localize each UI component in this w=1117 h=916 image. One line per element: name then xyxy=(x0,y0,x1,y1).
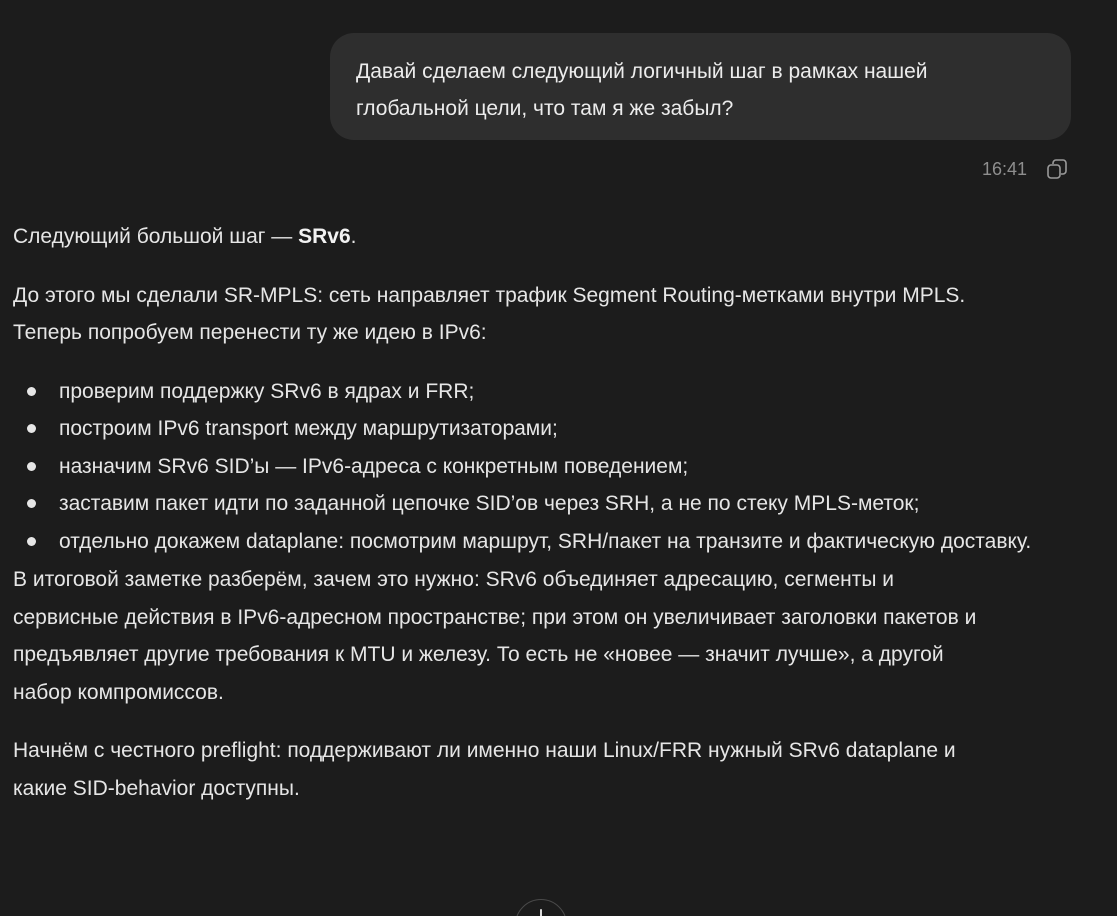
p2-line-1: До этого мы сделали SR-MPLS: сеть направ… xyxy=(13,283,966,307)
list-item-text: построим IPv6 transport между маршрутиза… xyxy=(59,417,558,440)
list-item-text: отдельно докажем dataplane: посмотрим ма… xyxy=(59,529,1032,553)
list-item: заставим пакет идти по заданной цепочке … xyxy=(13,485,1103,523)
bullet-dot xyxy=(27,386,36,396)
assistant-message: Следующий большой шаг — SRv6. До этого м… xyxy=(13,218,1103,828)
user-message-line-2: глобальной цели, что там я же забыл? xyxy=(356,97,734,120)
p4-line-2: какие SID-behavior доступны. xyxy=(13,776,300,800)
list-item: назначим SRv6 SID’ы — IPv6-адреса с конк… xyxy=(13,448,1103,486)
user-message-line-1: Давай сделаем следующий логичный шаг в р… xyxy=(356,60,928,83)
message-timestamp: 16:41 xyxy=(981,158,1027,179)
assistant-paragraph-2: До этого мы сделали SR-MPLS: сеть направ… xyxy=(13,277,1103,352)
assistant-bullet-list: проверим поддержку SRv6 в ядрах и FRR; п… xyxy=(13,373,1103,561)
assistant-paragraph-3: В итоговой заметке разберём, зачем это н… xyxy=(13,561,1103,711)
bullet-dot xyxy=(27,499,36,508)
p1-suffix: . xyxy=(350,225,357,248)
list-item: отдельно докажем dataplane: посмотрим ма… xyxy=(13,523,1103,561)
p3-line-2: сервисные действия в IPv6-адресном прост… xyxy=(13,605,977,629)
p2-line-2: Теперь попробуем перенести ту же идею в … xyxy=(13,321,487,344)
assistant-paragraph-4: Начнём с честного preflight: поддерживаю… xyxy=(13,732,1103,807)
bullet-dot xyxy=(27,461,36,471)
p3-line-1: В итоговой заметке разберём, зачем это н… xyxy=(13,568,895,591)
bullet-dot xyxy=(27,424,36,433)
scroll-to-bottom-button[interactable] xyxy=(515,899,567,916)
assistant-paragraph-1: Следующий большой шаг — SRv6. xyxy=(13,218,1103,256)
arrow-down-icon xyxy=(532,908,550,916)
list-item: построим IPv6 transport между маршрутиза… xyxy=(13,410,1103,448)
list-item-text: проверим поддержку SRv6 в ядрах и FRR; xyxy=(59,379,475,403)
list-item-text: назначим SRv6 SID’ы — IPv6-адреса с конк… xyxy=(59,454,689,478)
p1-bold: SRv6 xyxy=(298,225,351,248)
message-meta-row: 16:41 xyxy=(940,152,1071,186)
list-item: проверим поддержку SRv6 в ядрах и FRR; xyxy=(13,373,1103,411)
p3-line-3: предъявляет другие требования к MTU и же… xyxy=(13,643,944,666)
user-message-bubble: Давай сделаем следующий логичный шаг в р… xyxy=(330,33,1071,140)
p1-prefix: Следующий большой шаг — xyxy=(13,225,299,248)
copy-icon[interactable] xyxy=(1043,155,1071,183)
p3-line-4: набор компромиссов. xyxy=(13,680,224,704)
bullet-dot xyxy=(27,536,36,546)
list-item-text: заставим пакет идти по заданной цепочке … xyxy=(59,492,920,515)
p4-line-1: Начнём с честного preflight: поддерживаю… xyxy=(13,739,956,762)
